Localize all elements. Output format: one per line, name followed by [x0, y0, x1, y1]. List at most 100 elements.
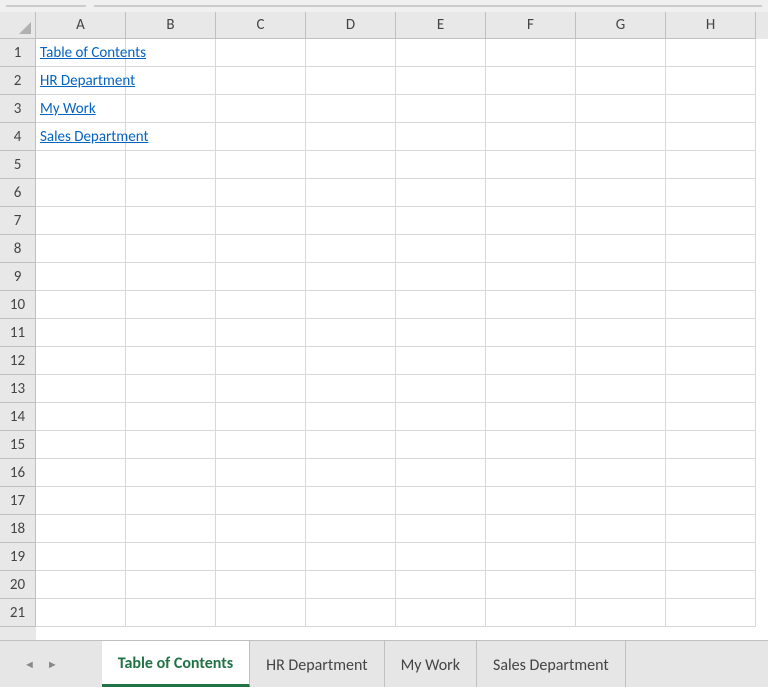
row-header[interactable]: 8 — [0, 235, 36, 263]
row-header[interactable]: 19 — [0, 543, 36, 571]
cell[interactable] — [306, 235, 396, 263]
cell[interactable] — [306, 67, 396, 95]
cell[interactable] — [396, 375, 486, 403]
cell[interactable] — [486, 235, 576, 263]
cell[interactable] — [396, 263, 486, 291]
cell[interactable] — [576, 319, 666, 347]
cell[interactable] — [126, 431, 216, 459]
cell[interactable] — [216, 459, 306, 487]
cell[interactable] — [216, 235, 306, 263]
cell[interactable] — [576, 431, 666, 459]
cell[interactable] — [486, 151, 576, 179]
cell[interactable] — [306, 515, 396, 543]
cell[interactable] — [216, 291, 306, 319]
hyperlink[interactable]: Sales Department — [40, 128, 148, 146]
cell[interactable] — [576, 375, 666, 403]
cell[interactable] — [666, 599, 756, 627]
row-header[interactable]: 1 — [0, 39, 36, 67]
cell[interactable] — [486, 375, 576, 403]
cell[interactable] — [666, 319, 756, 347]
row-header[interactable]: 6 — [0, 179, 36, 207]
cell[interactable] — [216, 431, 306, 459]
cell[interactable] — [666, 459, 756, 487]
row-header[interactable]: 13 — [0, 375, 36, 403]
cell[interactable] — [216, 403, 306, 431]
cell[interactable] — [36, 487, 126, 515]
cell[interactable] — [666, 347, 756, 375]
cell[interactable] — [126, 263, 216, 291]
cell[interactable] — [306, 599, 396, 627]
cell[interactable] — [306, 571, 396, 599]
cell[interactable] — [36, 179, 126, 207]
row-header[interactable]: 21 — [0, 599, 36, 627]
cell[interactable] — [216, 95, 306, 123]
cell[interactable] — [666, 487, 756, 515]
cell[interactable] — [126, 67, 216, 95]
cell[interactable] — [576, 459, 666, 487]
cell[interactable] — [486, 459, 576, 487]
cell[interactable] — [666, 291, 756, 319]
cell[interactable] — [126, 375, 216, 403]
row-header[interactable]: 12 — [0, 347, 36, 375]
cell[interactable] — [126, 179, 216, 207]
column-header[interactable]: C — [216, 12, 306, 39]
cell[interactable] — [36, 235, 126, 263]
cell[interactable] — [36, 515, 126, 543]
cell[interactable] — [486, 95, 576, 123]
cell[interactable] — [126, 571, 216, 599]
cell[interactable]: My Work — [36, 95, 126, 123]
cell[interactable] — [36, 431, 126, 459]
hyperlink[interactable]: Table of Contents — [40, 44, 146, 62]
select-all-corner[interactable] — [0, 12, 36, 39]
cell[interactable] — [576, 151, 666, 179]
sheet-tab[interactable]: Table of Contents — [102, 641, 250, 687]
tab-nav-prev-icon[interactable]: ◄ — [24, 658, 35, 671]
cell[interactable] — [396, 599, 486, 627]
cell[interactable] — [666, 263, 756, 291]
name-box[interactable]: A1 — [6, 5, 86, 7]
sheet-tab[interactable]: My Work — [385, 641, 477, 687]
cell[interactable] — [666, 151, 756, 179]
cell[interactable] — [216, 543, 306, 571]
cell[interactable] — [576, 599, 666, 627]
cell[interactable] — [486, 515, 576, 543]
row-header[interactable]: 20 — [0, 571, 36, 599]
row-header[interactable]: 5 — [0, 151, 36, 179]
cell[interactable] — [36, 543, 126, 571]
cell[interactable] — [666, 375, 756, 403]
cell[interactable] — [306, 459, 396, 487]
hyperlink[interactable]: My Work — [40, 100, 96, 118]
cell[interactable] — [396, 151, 486, 179]
cell[interactable] — [216, 347, 306, 375]
cell[interactable] — [126, 487, 216, 515]
cell[interactable] — [306, 543, 396, 571]
cell[interactable] — [486, 179, 576, 207]
cell[interactable]: Table of Contents — [36, 39, 126, 67]
row-header[interactable]: 4 — [0, 123, 36, 151]
cell[interactable] — [666, 543, 756, 571]
cell[interactable]: Sales Department — [36, 123, 126, 151]
cell[interactable] — [126, 347, 216, 375]
cell[interactable] — [576, 515, 666, 543]
cell[interactable] — [666, 403, 756, 431]
row-header[interactable]: 15 — [0, 431, 36, 459]
cell[interactable] — [36, 263, 126, 291]
cell[interactable] — [126, 207, 216, 235]
cell[interactable] — [486, 571, 576, 599]
cell[interactable] — [216, 151, 306, 179]
cell[interactable] — [126, 543, 216, 571]
cell[interactable] — [126, 515, 216, 543]
cell[interactable] — [486, 543, 576, 571]
cell[interactable] — [306, 431, 396, 459]
cell[interactable] — [306, 151, 396, 179]
cell[interactable] — [216, 515, 306, 543]
cell[interactable] — [36, 459, 126, 487]
cell[interactable] — [666, 235, 756, 263]
row-header[interactable]: 7 — [0, 207, 36, 235]
cell[interactable] — [36, 151, 126, 179]
cell[interactable] — [306, 291, 396, 319]
cell[interactable] — [306, 375, 396, 403]
column-header[interactable]: F — [486, 12, 576, 39]
cell[interactable] — [306, 263, 396, 291]
column-header[interactable]: H — [666, 12, 756, 39]
